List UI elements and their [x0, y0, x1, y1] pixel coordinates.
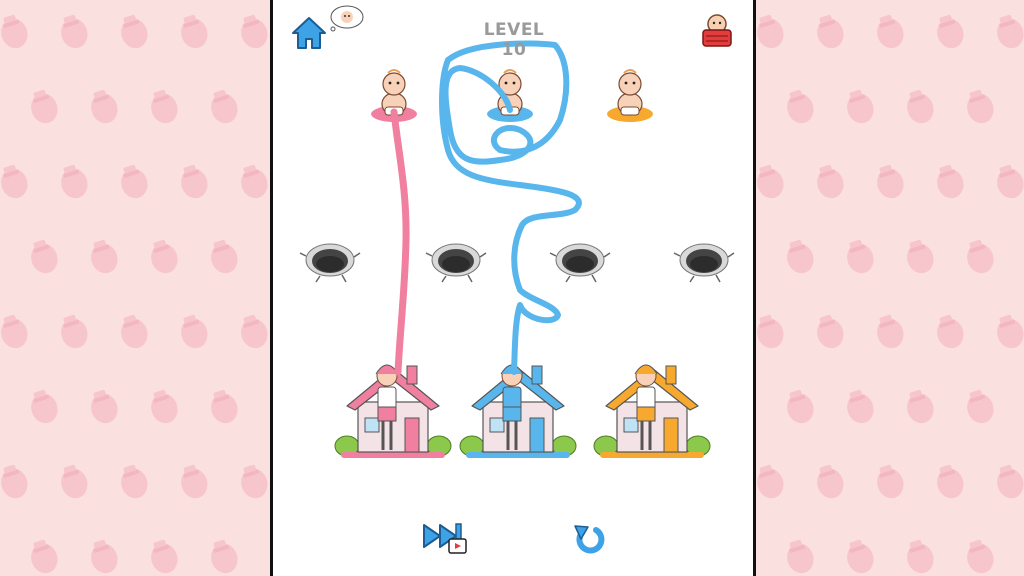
skip-video-button[interactable] [423, 523, 467, 554]
home-icon [292, 17, 326, 49]
pink-drawn-line [390, 108, 410, 376]
hole-obstacle [549, 243, 611, 283]
baby-basket-icon[interactable] [702, 14, 732, 47]
pink-house[interactable] [334, 364, 452, 458]
game-scene [292, 5, 735, 554]
thought-baby-icon[interactable] [330, 5, 364, 32]
orange-house[interactable] [593, 364, 711, 458]
hole-obstacle [299, 243, 361, 283]
hole-obstacle [425, 243, 487, 283]
level-title: LEVEL 10 [483, 20, 545, 60]
home-button[interactable] [292, 17, 326, 49]
blue-baby[interactable] [487, 69, 533, 122]
hole-obstacle [673, 243, 735, 283]
blue-house[interactable] [459, 364, 577, 458]
restart-button[interactable] [574, 525, 605, 554]
orange-baby[interactable] [607, 69, 653, 122]
